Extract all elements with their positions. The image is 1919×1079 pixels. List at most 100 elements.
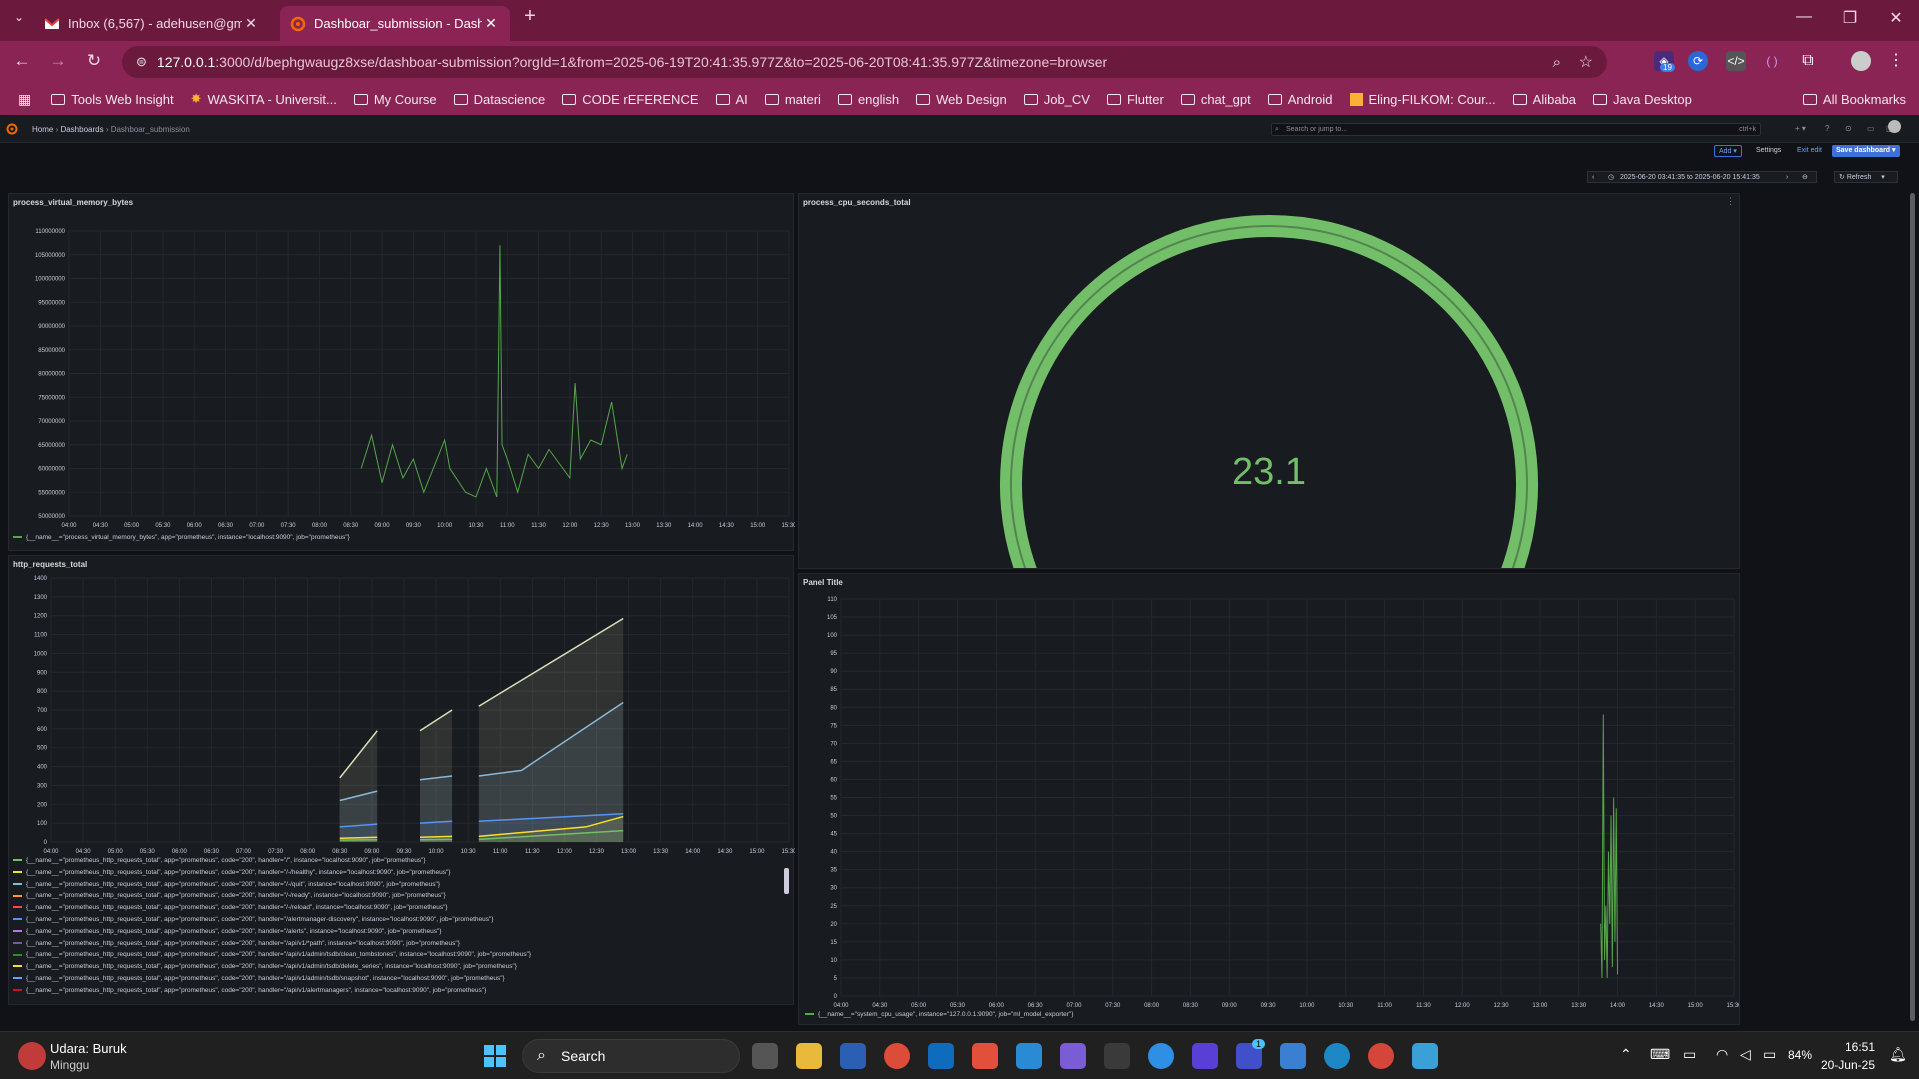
edge-icon[interactable] bbox=[1324, 1043, 1350, 1069]
tv-mode-icon[interactable]: ▭ bbox=[1867, 124, 1875, 133]
legend-item[interactable]: {__name__="prometheus_http_requests_tota… bbox=[13, 963, 783, 975]
taskbar-search[interactable]: ⌕ Search bbox=[522, 1039, 740, 1073]
legend-item[interactable]: {__name__="prometheus_http_requests_tota… bbox=[13, 940, 783, 952]
restore-icon[interactable]: ❐ bbox=[1835, 8, 1865, 28]
save-dashboard-button[interactable]: Save dashboard ▾ bbox=[1832, 145, 1900, 157]
extension-icon[interactable]: ⟳ bbox=[1688, 51, 1708, 71]
bookmark-item[interactable]: CODE rEFERENCE bbox=[562, 92, 699, 107]
keyboard-icon[interactable]: ⌨ bbox=[1650, 1046, 1670, 1063]
close-tab-icon[interactable]: ✕ bbox=[482, 15, 500, 32]
wifi-icon[interactable]: ◠ bbox=[1716, 1046, 1728, 1063]
notepad-icon[interactable] bbox=[1412, 1043, 1438, 1069]
legend-item[interactable]: {__name__="prometheus_http_requests_tota… bbox=[13, 951, 783, 963]
display-icon[interactable]: ▭ bbox=[1683, 1046, 1696, 1063]
forward-icon[interactable]: → bbox=[46, 51, 70, 71]
clock-time[interactable]: 16:51 bbox=[1815, 1040, 1875, 1054]
outlook-icon[interactable] bbox=[928, 1043, 954, 1069]
breadcrumb-dashboards[interactable]: Dashboards bbox=[60, 125, 103, 134]
store-icon[interactable] bbox=[1104, 1043, 1130, 1069]
add-button[interactable]: Add ▾ bbox=[1714, 145, 1742, 157]
new-icon[interactable]: + ▾ bbox=[1795, 124, 1806, 133]
close-tab-icon[interactable]: ✕ bbox=[242, 15, 260, 32]
legend-item[interactable]: {__name__="prometheus_http_requests_tota… bbox=[13, 916, 783, 928]
chevron-down-icon[interactable]: ▾ bbox=[1881, 174, 1885, 181]
panel-process-cpu-seconds[interactable]: process_cpu_seconds_total ⋮ 23.1 bbox=[798, 193, 1740, 569]
legend-item[interactable]: {__name__="prometheus_http_requests_tota… bbox=[13, 892, 783, 904]
bookmark-item[interactable]: Job_CV bbox=[1023, 92, 1090, 107]
onedrive-icon[interactable] bbox=[1148, 1043, 1174, 1069]
bookmark-item[interactable]: ✸ WASKITA - Universit... bbox=[191, 91, 337, 107]
scrollbar-thumb[interactable] bbox=[1910, 193, 1915, 1021]
legend-item[interactable]: {__name__="prometheus_http_requests_tota… bbox=[13, 904, 783, 916]
legend-item[interactable]: {__name__="prometheus_http_requests_tota… bbox=[13, 881, 783, 893]
legend-item[interactable]: {__name__="prometheus_http_requests_tota… bbox=[13, 869, 783, 881]
new-tab-icon[interactable]: + bbox=[515, 5, 545, 28]
panel-http-requests[interactable]: http_requests_total 0 100 200 300 400 500 600 7… bbox=[8, 555, 795, 1005]
legend-item[interactable]: {__name__="prometheus_http_requests_tota… bbox=[13, 987, 783, 999]
profile-avatar[interactable] bbox=[1851, 51, 1871, 71]
site-info-icon[interactable]: ⊜ bbox=[136, 54, 147, 70]
legend-list[interactable]: {__name__="prometheus_http_requests_tota… bbox=[13, 857, 783, 1003]
battery-icon[interactable]: ▭ bbox=[1763, 1046, 1776, 1063]
bookmark-item[interactable]: materi bbox=[764, 92, 821, 107]
chrome-canary-icon[interactable] bbox=[1368, 1043, 1394, 1069]
url-bar[interactable]: ⊜ 127.0.0.1:3000/d/bephgwaugz8xse/dashbo… bbox=[122, 46, 1607, 78]
bookmark-item[interactable]: Datascience bbox=[453, 92, 545, 107]
menu-icon[interactable]: ⋮ bbox=[1886, 51, 1906, 71]
zoom-out-icon[interactable]: ⊖ bbox=[1802, 172, 1808, 183]
back-icon[interactable]: ← bbox=[10, 51, 34, 71]
postman-icon[interactable] bbox=[972, 1043, 998, 1069]
chevron-right-icon[interactable]: › bbox=[1786, 172, 1788, 183]
notification-bell-icon[interactable]: 🔔︎ bbox=[1889, 1046, 1907, 1063]
bookmark-item[interactable]: My Course bbox=[353, 92, 437, 107]
breadcrumb-home[interactable]: Home bbox=[32, 125, 53, 134]
search-input[interactable]: ⌕ Search or jump to... ctrl+k bbox=[1271, 123, 1761, 136]
bookmark-item[interactable]: Java Desktop bbox=[1593, 92, 1692, 107]
user-avatar[interactable] bbox=[1888, 120, 1901, 133]
word-icon[interactable] bbox=[840, 1043, 866, 1069]
legend-item[interactable]: {__name__="process_virtual_memory_bytes"… bbox=[13, 534, 350, 541]
help-icon[interactable]: ? bbox=[1825, 124, 1829, 133]
bookmark-item[interactable]: chat_gpt bbox=[1180, 92, 1251, 107]
file-explorer-icon[interactable] bbox=[796, 1043, 822, 1069]
photos-icon[interactable] bbox=[1280, 1043, 1306, 1069]
panel-process-virtual-memory[interactable]: process_virtual_memory_bytes 50000000 550… bbox=[8, 193, 795, 551]
legend-item[interactable]: {__name__="system_cpu_usage", instance="… bbox=[805, 1011, 1073, 1018]
news-icon[interactable]: ⊙ bbox=[1845, 124, 1852, 133]
tab-grafana[interactable]: Dashboar_submission - Dashboards - Grafa… bbox=[280, 6, 510, 41]
app-icon[interactable] bbox=[1192, 1043, 1218, 1069]
volume-icon[interactable]: ◁ bbox=[1740, 1046, 1751, 1063]
devtools-extension-icon[interactable]: </> bbox=[1726, 51, 1746, 71]
all-bookmarks[interactable]: All Bookmarks bbox=[1802, 92, 1906, 107]
windows-start-icon[interactable] bbox=[483, 1044, 507, 1068]
refresh-button[interactable]: ↻ Refresh ▾ bbox=[1834, 171, 1898, 183]
clock-date[interactable]: 20-Jun-25 bbox=[1815, 1058, 1875, 1072]
panel-system-cpu-usage[interactable]: Panel Title 0 5 10 15 20 25 30 35 40 45 50 55 60 65 70… bbox=[798, 573, 1740, 1025]
extensions-puzzle-icon[interactable]: ⧉ bbox=[1798, 51, 1818, 71]
scrollbar-thumb[interactable] bbox=[784, 868, 789, 894]
exit-edit-button[interactable]: Exit edit bbox=[1797, 147, 1822, 154]
bookmark-item[interactable]: Flutter bbox=[1106, 92, 1164, 107]
grafana-logo-icon[interactable] bbox=[6, 123, 18, 135]
page-scrollbar[interactable] bbox=[1908, 193, 1916, 1029]
bookmark-item[interactable]: Tools Web Insight bbox=[51, 92, 174, 107]
time-range-picker[interactable]: ‹ ◷ 2025-06-20 03:41:35 to 2025-06-20 15… bbox=[1587, 171, 1817, 183]
extension-icon[interactable]: ( ) bbox=[1762, 51, 1782, 71]
settings-button[interactable]: Settings bbox=[1756, 147, 1781, 154]
legend-item[interactable]: {__name__="prometheus_http_requests_tota… bbox=[13, 928, 783, 940]
bookmark-item[interactable]: Eling-FILKOM: Cour... bbox=[1349, 92, 1496, 107]
task-view-icon[interactable] bbox=[752, 1043, 778, 1069]
bookmark-item[interactable]: Android bbox=[1267, 92, 1333, 107]
reload-icon[interactable]: ↻ bbox=[82, 51, 106, 71]
zoom-icon[interactable]: ⌕ bbox=[1553, 54, 1561, 71]
bookmark-item[interactable]: AI bbox=[715, 92, 748, 107]
apps-icon[interactable]: ▦ bbox=[18, 91, 31, 108]
bookmark-item[interactable]: Alibaba bbox=[1512, 92, 1576, 107]
legend-item[interactable]: {__name__="prometheus_http_requests_tota… bbox=[13, 857, 783, 869]
bookmark-star-icon[interactable]: ☆ bbox=[1579, 52, 1593, 72]
chevron-left-icon[interactable]: ‹ bbox=[1592, 172, 1594, 183]
legend-item[interactable]: {__name__="prometheus_http_requests_tota… bbox=[13, 975, 783, 987]
chrome-icon[interactable] bbox=[884, 1043, 910, 1069]
tab-search-icon[interactable]: ⌄ bbox=[4, 10, 34, 24]
legend-scrollbar[interactable] bbox=[783, 856, 791, 1004]
